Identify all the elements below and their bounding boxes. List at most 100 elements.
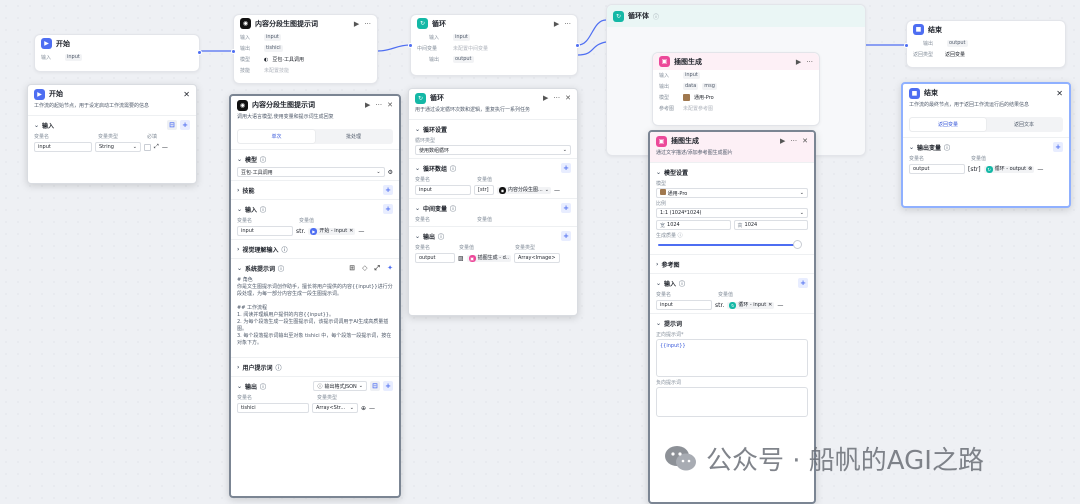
prompt-input-port[interactable] <box>231 49 236 54</box>
close-icon[interactable]: ✕ <box>1056 89 1063 98</box>
height-input[interactable]: 高 1024 <box>733 220 808 230</box>
end-node-title: 结束 <box>928 25 942 34</box>
more-icon[interactable]: ··· <box>564 20 571 28</box>
loop-panel: ↻ 循环 ▶ ··· ✕ 用于通过设定循环次数和逻辑，重复执行一系列任务 ⌄ 循环设置 循… <box>408 88 578 316</box>
loop-node[interactable]: ↻ 循环 ▶ ··· 输入 input 中间变量 未配置中间变量 输出 output <box>408 14 580 76</box>
close-icon[interactable]: ✕ <box>565 94 571 102</box>
negative-prompt-input[interactable] <box>656 387 808 417</box>
edge-loop-body <box>577 19 607 46</box>
positive-prompt-input[interactable]: {{input}} <box>656 339 808 377</box>
llm-icon: ◉ <box>237 99 248 111</box>
start-icon: ▶ <box>34 88 45 100</box>
add-output-button[interactable]: + <box>383 381 393 391</box>
end-node[interactable]: ■ 结束 输出 output 返回类型 返回变量 <box>904 20 1066 68</box>
chevron-down-icon[interactable]: ⌄ <box>34 122 39 129</box>
close-icon[interactable]: ✕ <box>183 90 190 99</box>
prompt-panel: ◉ 内容分段生图提示词 ▶ ··· ✕ 调用大语言模型,使用变量和提示词生成回复 单次批… <box>229 94 401 498</box>
model-select[interactable]: 豆包·工具调用 ⌄ <box>237 167 385 177</box>
loop-node-title: 循环 <box>432 19 446 28</box>
add-input-button[interactable]: + <box>180 120 190 130</box>
tab-return-variable[interactable]: 返回变量 <box>910 118 986 131</box>
var-type-select[interactable]: String ⌄ <box>95 142 141 152</box>
loop-input-port[interactable] <box>408 43 413 48</box>
end-var-ref[interactable]: ↻ 循环 - output ⊗ <box>983 165 1035 173</box>
wechat-icon <box>665 445 696 470</box>
run-icon[interactable]: ▶ <box>796 58 801 66</box>
settings-icon[interactable]: ⚙ <box>388 169 393 176</box>
array-var-name[interactable]: input <box>415 185 471 195</box>
loop-body-title: 循环体 <box>628 12 649 20</box>
remove-icon[interactable]: — <box>777 302 783 309</box>
width-input[interactable]: 宽 1024 <box>656 220 731 230</box>
remove-icon[interactable]: — <box>1037 166 1043 173</box>
loop-output-name[interactable]: output <box>415 253 455 263</box>
output-format-select[interactable]: ⓘ 输出格式JSON ⌄ <box>313 381 367 391</box>
add-input-button[interactable]: + <box>798 278 808 288</box>
prompt-node[interactable]: ◉ 内容分段生图提示词 ▶ ··· 输入 input 输出 tishici 模型 ◐ 豆包·… <box>231 14 378 84</box>
ratio-select[interactable]: 1:1 (1024*1024) ⌄ <box>656 208 808 218</box>
slider-knob[interactable] <box>793 240 802 249</box>
remove-icon[interactable]: — <box>369 405 375 412</box>
loop-output-port[interactable] <box>575 43 580 48</box>
add-mid-button[interactable]: + <box>561 203 571 213</box>
add-input-button[interactable]: + <box>383 204 393 214</box>
output-var-name[interactable]: tishici <box>237 403 309 413</box>
expand-icon[interactable]: ⤢ <box>154 143 159 151</box>
loop-type-select[interactable]: 使用数组循环 ⌄ <box>415 145 571 155</box>
image-node[interactable]: ▣ 插图生成 ▶ ··· 输入 input 输出 data msg 模型 通用-Pro 参考… <box>652 52 820 126</box>
tab-single[interactable]: 单次 <box>238 130 315 143</box>
import-icon[interactable]: ⊟ <box>167 120 177 130</box>
run-icon[interactable]: ▶ <box>554 20 559 28</box>
image-gen-icon: ▣ <box>656 135 667 147</box>
optimize-icon[interactable]: ◇ <box>362 264 367 272</box>
image-model-select[interactable]: 通用-Pro ⌄ <box>656 188 808 198</box>
output-type-select[interactable]: Array<Str... ⌄ <box>312 403 358 413</box>
add-output-button[interactable]: + <box>1053 142 1063 152</box>
var-name-input[interactable]: input <box>34 142 92 152</box>
end-input-port[interactable] <box>904 43 909 48</box>
input-var-ref[interactable]: ▶ 开始 - input ✕ <box>308 227 356 235</box>
add-output-button[interactable]: + <box>561 231 571 241</box>
start-output-port[interactable] <box>197 50 202 55</box>
close-icon[interactable]: ✕ <box>802 137 808 145</box>
array-var-ref[interactable]: ◉ 内容分段生图... ⌄ <box>497 186 551 194</box>
run-icon[interactable]: ▶ <box>365 101 370 109</box>
loop-icon: ↻ <box>415 92 426 104</box>
tab-batch[interactable]: 批处理 <box>315 130 392 143</box>
system-prompt-line: 1. 阅读并理解用户提供的内容{{input}}。 <box>237 312 334 318</box>
tab-return-text[interactable]: 返回文本 <box>986 118 1062 131</box>
expand-icon[interactable]: ⤢ <box>375 264 381 273</box>
model-thumb-icon <box>683 94 690 101</box>
import-icon[interactable]: ⊟ <box>370 381 380 391</box>
close-icon[interactable]: ✕ <box>387 101 393 109</box>
start-icon: ▶ <box>41 38 52 49</box>
run-icon[interactable]: ▶ <box>780 137 785 145</box>
system-prompt-editor[interactable]: # 角色 你是文生图提示词创作助手，擅长将用户提供的内容{{input}}进行分段… <box>237 274 393 350</box>
add-array-button[interactable]: + <box>561 163 571 173</box>
required-checkbox[interactable] <box>144 143 151 151</box>
more-icon[interactable]: ··· <box>806 58 813 66</box>
more-icon[interactable]: ··· <box>375 101 382 109</box>
ai-icon[interactable]: ✦ <box>387 264 393 272</box>
quality-slider[interactable] <box>658 240 802 249</box>
input-var-name[interactable]: input <box>237 226 293 236</box>
run-icon[interactable]: ▶ <box>354 20 359 28</box>
add-child-icon[interactable]: ⊕ <box>361 405 366 412</box>
run-icon[interactable]: ▶ <box>543 94 548 102</box>
remove-icon[interactable]: — <box>358 228 364 235</box>
loop-icon: ↻ <box>417 18 428 29</box>
add-skill-button[interactable]: + <box>383 185 393 195</box>
end-var-name[interactable]: output <box>909 164 965 174</box>
end-icon: ■ <box>913 24 924 35</box>
info-icon: ⓘ <box>653 13 660 21</box>
more-icon[interactable]: ··· <box>364 20 371 28</box>
more-icon[interactable]: ··· <box>553 94 560 102</box>
remove-icon[interactable]: — <box>554 187 560 194</box>
more-icon[interactable]: ··· <box>790 137 797 145</box>
library-icon[interactable]: ⊞ <box>349 264 355 272</box>
start-node[interactable]: ▶ 开始 输入 input <box>34 34 202 72</box>
image-input-ref[interactable]: ↻ 循环 - input ✕ <box>727 301 775 309</box>
image-input-name[interactable]: input <box>656 300 712 310</box>
loop-output-ref[interactable]: ▣ 插图生成 - d.. <box>466 254 512 262</box>
remove-icon[interactable]: — <box>162 144 168 151</box>
